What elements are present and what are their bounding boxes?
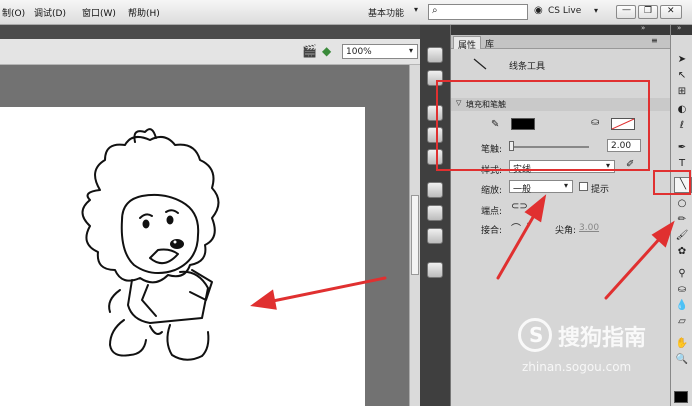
watermark-brand: 搜狗指南 [558, 326, 647, 351]
watermark-url: zhinan.sogou.com [522, 360, 632, 374]
sogou-logo-icon: S [518, 318, 552, 352]
watermark: S 搜狗指南 zhinan.sogou.com [516, 316, 692, 406]
